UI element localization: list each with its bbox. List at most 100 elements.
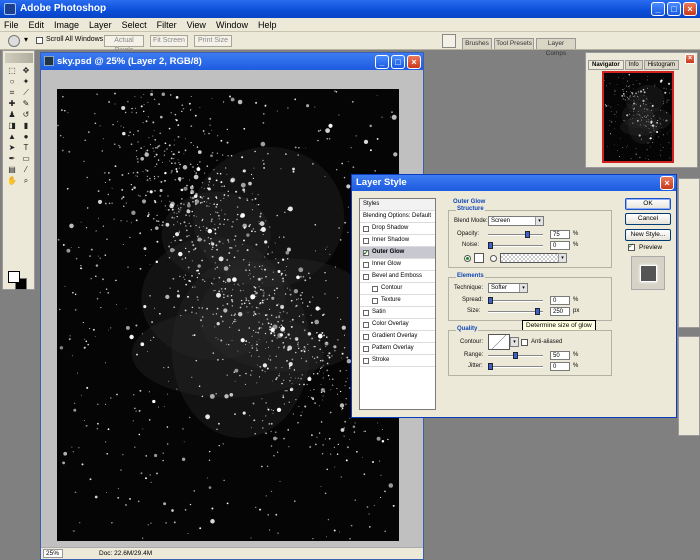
style-checkbox[interactable] [363,238,369,244]
style-list-item[interactable]: Stroke [360,355,435,367]
jitter-input[interactable]: 0 [550,362,570,371]
document-titlebar[interactable]: sky.psd @ 25% (Layer 2, RGB/8) _ □ × [41,53,423,70]
print-size-button[interactable]: Print Size [194,35,232,47]
style-list-item[interactable]: Satin [360,307,435,319]
contour-picker[interactable] [488,334,510,350]
new-style-button[interactable]: New Style... [625,229,671,241]
style-list-item[interactable]: Inner Shadow [360,235,435,247]
style-list-item[interactable]: Color Overlay [360,319,435,331]
zoom-tool-icon[interactable]: ⌕ [19,175,33,186]
palette-well-icon[interactable] [442,34,456,48]
palette-close-icon[interactable]: × [685,54,695,64]
shape-tool-icon[interactable]: ▭ [19,153,33,164]
brush-tool-icon[interactable]: ✎ [19,98,33,109]
style-checkbox[interactable] [363,226,369,232]
eyedropper-tool-icon[interactable]: ⁄ [19,164,33,175]
move-tool-icon[interactable]: ✥ [19,65,33,76]
actual-pixels-button[interactable]: Actual Pixels [104,35,144,54]
menu-edit[interactable]: Edit [29,20,45,30]
style-list-item[interactable]: Bevel and Emboss [360,271,435,283]
cancel-button[interactable]: Cancel [625,213,671,225]
blend-mode-select[interactable]: Screen ▾ [488,216,544,226]
opacity-slider-knob[interactable] [525,231,530,238]
style-checkbox[interactable] [363,322,369,328]
menu-view[interactable]: View [187,20,206,30]
blur-tool-icon[interactable]: ▲ [5,131,19,142]
gradient-tool-icon[interactable]: ▮ [19,120,33,131]
menu-image[interactable]: Image [54,20,79,30]
document-canvas[interactable] [57,89,399,541]
hand-tool-icon[interactable]: ✋ [5,175,19,186]
marquee-tool-icon[interactable]: ⬚ [5,65,19,76]
tab-tool-presets[interactable]: Tool Presets [494,38,534,49]
tab-info[interactable]: Info [624,60,643,70]
style-list-item[interactable]: Blending Options: Default [360,211,435,223]
jitter-slider-knob[interactable] [488,363,493,370]
style-checkbox[interactable] [363,334,369,340]
menu-window[interactable]: Window [216,20,248,30]
dialog-close-button[interactable]: × [660,176,674,190]
healing-brush-icon[interactable]: ✚ [5,98,19,109]
size-slider[interactable] [488,308,543,315]
contour-dropdown[interactable]: ▾ [510,337,519,347]
maximize-button[interactable]: □ [667,2,681,16]
menu-select[interactable]: Select [122,20,147,30]
hand-tool-preset-icon[interactable] [8,35,20,47]
pen-tool-icon[interactable]: ✒ [5,153,19,164]
path-selection-icon[interactable]: ➤ [5,142,19,153]
clone-stamp-icon[interactable]: ♟ [5,109,19,120]
doc-minimize-button[interactable]: _ [375,55,389,69]
spread-slider-knob[interactable] [488,297,493,304]
style-list-item[interactable]: Inner Glow [360,259,435,271]
adobe-feather-icon[interactable] [5,53,33,63]
tab-brushes[interactable]: Brushes [462,38,492,49]
lasso-tool-icon[interactable]: ○ [5,76,19,87]
doc-close-button[interactable]: × [407,55,421,69]
foreground-color-swatch[interactable] [8,271,20,283]
opacity-input[interactable]: 75 [550,230,570,239]
document-size-readout[interactable]: Doc: 22.6M/29.4M [99,549,152,558]
menu-filter[interactable]: Filter [157,20,177,30]
glow-color-swatch[interactable] [474,253,484,263]
type-tool-icon[interactable]: T [19,142,33,153]
solid-color-radio[interactable] [464,255,471,262]
style-checkbox[interactable] [363,346,369,352]
spread-input[interactable]: 0 [550,296,570,305]
range-input[interactable]: 50 [550,351,570,360]
minimize-button[interactable]: _ [651,2,665,16]
tab-navigator[interactable]: Navigator [588,60,624,70]
menu-file[interactable]: File [4,20,19,30]
style-checkbox[interactable] [363,358,369,364]
style-checkbox[interactable] [363,262,369,268]
style-checkbox[interactable] [363,248,369,259]
anti-aliased-checkbox[interactable] [521,339,528,346]
style-list-item[interactable]: Gradient Overlay [360,331,435,343]
zoom-level-field[interactable]: 25% [43,549,63,558]
styles-header[interactable]: Styles [360,199,435,211]
size-slider-knob[interactable] [535,308,540,315]
noise-input[interactable]: 0 [550,241,570,250]
chevron-down-icon[interactable]: ▾ [24,35,28,44]
ok-button[interactable]: OK [625,198,671,210]
tab-histogram[interactable]: Histogram [643,60,680,70]
style-list-item[interactable]: Texture [360,295,435,307]
style-list-item[interactable]: Pattern Overlay [360,343,435,355]
dodge-tool-icon[interactable]: ● [19,131,33,142]
eraser-tool-icon[interactable]: ◨ [5,120,19,131]
magic-wand-tool-icon[interactable]: ✦ [19,76,33,87]
menu-layer[interactable]: Layer [89,20,112,30]
size-input[interactable]: 250 [550,307,570,316]
style-checkbox[interactable] [372,286,378,292]
gradient-radio[interactable] [490,255,497,262]
scroll-all-windows-checkbox[interactable] [36,37,43,44]
dialog-titlebar[interactable]: Layer Style × [352,175,676,191]
style-checkbox[interactable] [372,298,378,304]
crop-tool-icon[interactable]: ⌗ [5,87,19,98]
doc-maximize-button[interactable]: □ [391,55,405,69]
history-brush-icon[interactable]: ↺ [19,109,33,120]
style-list-item[interactable]: Contour [360,283,435,295]
gradient-dropdown[interactable]: ▾ [558,253,567,263]
noise-slider-knob[interactable] [488,242,493,249]
preview-checkbox[interactable] [628,242,635,251]
notes-tool-icon[interactable]: ▤ [5,164,19,175]
